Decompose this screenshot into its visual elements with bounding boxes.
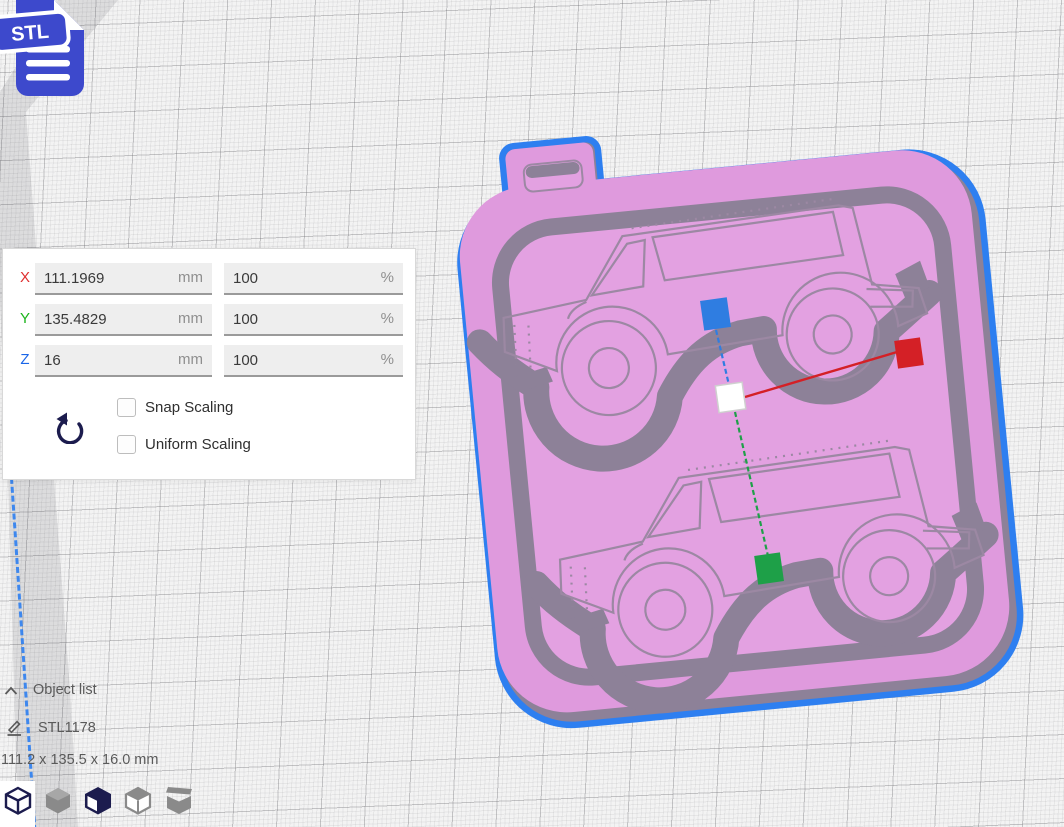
uniform-scaling-checkbox[interactable] bbox=[117, 435, 136, 454]
scale-handle-z[interactable] bbox=[700, 297, 731, 330]
view-solid-cube-icon[interactable] bbox=[43, 785, 73, 815]
y-size-input[interactable] bbox=[35, 304, 212, 334]
file-badge-label: STL bbox=[10, 21, 50, 46]
y-percent-field: % bbox=[224, 304, 403, 336]
view-wireframe-cube-icon[interactable] bbox=[3, 785, 33, 815]
z-size-input[interactable] bbox=[35, 345, 212, 375]
scale-handle-y[interactable] bbox=[754, 552, 784, 584]
snap-scaling-label: Snap Scaling bbox=[145, 399, 233, 416]
edit-pencil-icon[interactable] bbox=[6, 718, 23, 737]
reset-rotate-icon bbox=[51, 408, 85, 444]
scale-row-x: X mm % bbox=[3, 263, 415, 293]
object-list-item[interactable]: STL1178 bbox=[38, 720, 96, 736]
view-top-face-cube-icon[interactable] bbox=[123, 785, 153, 815]
view-open-front-cube-icon[interactable] bbox=[83, 785, 113, 815]
model-dimensions-readout: 111.2 x 135.5 x 16.0 mm bbox=[1, 752, 158, 768]
view-open-lid-cube-icon[interactable] bbox=[164, 785, 194, 815]
scale-handle-x[interactable] bbox=[894, 337, 924, 368]
object-list-toggle[interactable]: Object list bbox=[33, 682, 97, 698]
file-icon-badge: STL bbox=[0, 11, 69, 52]
axis-x-label: X bbox=[17, 269, 33, 286]
stl-file-icon: STL bbox=[0, 0, 96, 100]
chevron-up-icon[interactable] bbox=[4, 686, 18, 696]
snap-scaling-checkbox[interactable] bbox=[117, 398, 136, 417]
z-percent-field: % bbox=[224, 345, 403, 377]
x-percent-input[interactable] bbox=[224, 263, 403, 293]
y-percent-input[interactable] bbox=[224, 304, 403, 334]
x-size-input[interactable] bbox=[35, 263, 212, 293]
reset-scale-button[interactable] bbox=[51, 407, 87, 445]
z-percent-input[interactable] bbox=[224, 345, 403, 375]
scale-handle-center[interactable] bbox=[715, 382, 745, 412]
y-size-field: mm bbox=[35, 304, 212, 336]
model-stl1178[interactable] bbox=[449, 102, 1026, 732]
x-percent-field: % bbox=[224, 263, 403, 295]
scale-tool-panel: X mm % Y mm % Z mm % bbox=[2, 248, 416, 480]
uniform-scaling-label: Uniform Scaling bbox=[145, 436, 251, 453]
axis-y-label: Y bbox=[17, 310, 33, 327]
x-size-field: mm bbox=[35, 263, 212, 295]
axis-z-label: Z bbox=[17, 351, 33, 368]
scale-row-z: Z mm % bbox=[3, 345, 415, 375]
scale-row-y: Y mm % bbox=[3, 304, 415, 334]
z-size-field: mm bbox=[35, 345, 212, 377]
